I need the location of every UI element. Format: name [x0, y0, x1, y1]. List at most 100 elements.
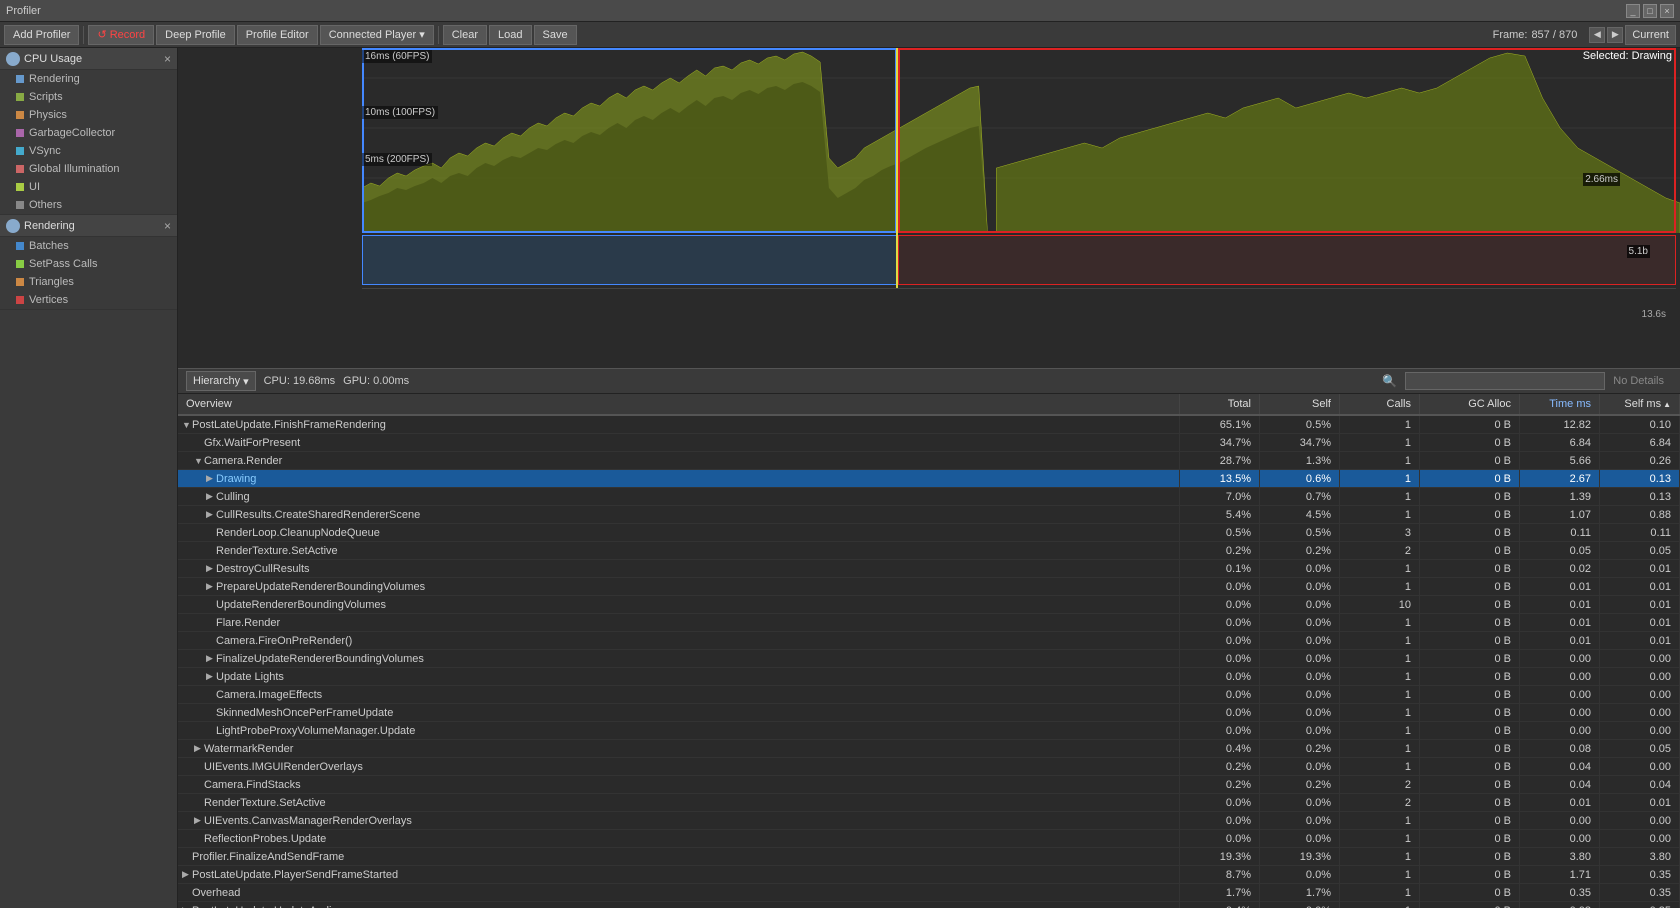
expand-arrow[interactable]: ▶ [194, 815, 204, 826]
col-overview[interactable]: Overview [178, 394, 1180, 414]
cell-name: Camera.FindStacks [178, 776, 1180, 793]
rendering-label: Rendering [29, 73, 80, 85]
table-row[interactable]: ▶ WatermarkRender 0.4% 0.2% 1 0 B 0.08 0… [178, 740, 1680, 758]
table-row[interactable]: Camera.ImageEffects 0.0% 0.0% 1 0 B 0.00… [178, 686, 1680, 704]
maximize-btn[interactable]: □ [1643, 4, 1657, 18]
table-row[interactable]: RenderTexture.SetActive 0.2% 0.2% 2 0 B … [178, 542, 1680, 560]
table-row[interactable]: ▶ CullResults.CreateSharedRendererScene … [178, 506, 1680, 524]
record-btn[interactable]: ↺ Record [88, 25, 154, 45]
batches-color [16, 242, 24, 250]
sidebar-item-gc[interactable]: GarbageCollector [0, 124, 177, 142]
table-row[interactable]: ▶ PostLateUpdate.PlayerSendFrameStarted … [178, 866, 1680, 884]
minimize-btn[interactable]: _ [1626, 4, 1640, 18]
load-btn[interactable]: Load [489, 25, 531, 45]
expand-arrow[interactable]: ▶ [206, 671, 216, 682]
table-row[interactable]: ▶ UIEvents.CanvasManagerRenderOverlays 0… [178, 812, 1680, 830]
table-row[interactable]: LightProbeProxyVolumeManager.Update 0.0%… [178, 722, 1680, 740]
table-row[interactable]: ▶ Drawing 13.5% 0.6% 1 0 B 2.67 0.13 [178, 470, 1680, 488]
sidebar-item-batches[interactable]: Batches [0, 237, 177, 255]
table-row[interactable]: Flare.Render 0.0% 0.0% 1 0 B 0.01 0.01 [178, 614, 1680, 632]
table-row[interactable]: UpdateRendererBoundingVolumes 0.0% 0.0% … [178, 596, 1680, 614]
sidebar-item-vertices[interactable]: Vertices [0, 291, 177, 309]
frame-next-btn[interactable]: ▶ [1607, 27, 1623, 43]
sidebar-item-triangles[interactable]: Triangles [0, 273, 177, 291]
cell-self: 1.7% [1260, 884, 1340, 901]
table-row[interactable]: Camera.FireOnPreRender() 0.0% 0.0% 1 0 B… [178, 632, 1680, 650]
row-label: Overhead [192, 887, 240, 899]
sidebar-item-vsync[interactable]: VSync [0, 142, 177, 160]
cell-timems: 2.67 [1520, 470, 1600, 487]
search-input[interactable] [1405, 372, 1605, 390]
expand-arrow[interactable]: ▶ [194, 743, 204, 754]
toolbar: Add Profiler ↺ Record Deep Profile Profi… [0, 22, 1680, 48]
timeline-bar[interactable] [362, 288, 1676, 308]
cell-timems: 0.04 [1520, 758, 1600, 775]
chart-container[interactable]: Selected: Drawing 16ms (60FPS) 10ms (100… [178, 48, 1680, 368]
sidebar-item-gi[interactable]: Global Illumination [0, 160, 177, 178]
add-profiler-btn[interactable]: Add Profiler [4, 25, 79, 45]
table-row[interactable]: ▶ DestroyCullResults 0.1% 0.0% 1 0 B 0.0… [178, 560, 1680, 578]
sidebar-item-setpass[interactable]: SetPass Calls [0, 255, 177, 273]
table-row[interactable]: ReflectionProbes.Update 0.0% 0.0% 1 0 B … [178, 830, 1680, 848]
table-row[interactable]: ▶ Culling 7.0% 0.7% 1 0 B 1.39 0.13 [178, 488, 1680, 506]
expand-arrow[interactable]: ▶ [182, 869, 192, 880]
col-timems[interactable]: Time ms [1520, 394, 1600, 414]
rendering-close-btn[interactable]: × [164, 219, 171, 233]
cpu-close-btn[interactable]: × [164, 52, 171, 66]
rendering-section-header[interactable]: Rendering × [0, 215, 177, 237]
sidebar-item-scripts[interactable]: Scripts [0, 88, 177, 106]
cell-total: 0.0% [1180, 632, 1260, 649]
profile-editor-btn[interactable]: Profile Editor [237, 25, 318, 45]
row-label: UIEvents.CanvasManagerRenderOverlays [204, 815, 412, 827]
current-btn[interactable]: Current [1625, 25, 1676, 45]
table-row[interactable]: Gfx.WaitForPresent 34.7% 34.7% 1 0 B 6.8… [178, 434, 1680, 452]
table-row[interactable]: ▼ Camera.Render 28.7% 1.3% 1 0 B 5.66 0.… [178, 452, 1680, 470]
cell-timems: 0.05 [1520, 542, 1600, 559]
expand-arrow[interactable]: ▼ [182, 420, 192, 430]
expand-arrow[interactable]: ▶ [206, 509, 216, 520]
connected-player-btn[interactable]: Connected Player ▾ [320, 25, 434, 45]
cell-name: Flare.Render [178, 614, 1180, 631]
cell-name: ▼ Camera.Render [178, 452, 1180, 469]
deep-profile-btn[interactable]: Deep Profile [156, 25, 235, 45]
table-row[interactable]: Camera.FindStacks 0.2% 0.2% 2 0 B 0.04 0… [178, 776, 1680, 794]
hierarchy-dropdown[interactable]: Hierarchy ▾ [186, 371, 256, 391]
table-row[interactable]: ▼ PostLateUpdate.FinishFrameRendering 65… [178, 416, 1680, 434]
table-container[interactable]: Overview Total Self Calls GC Alloc Time … [178, 394, 1680, 908]
expand-arrow[interactable]: ▼ [194, 456, 204, 466]
table-row[interactable]: ▶ PrepareUpdateRendererBoundingVolumes 0… [178, 578, 1680, 596]
sidebar-item-physics[interactable]: Physics [0, 106, 177, 124]
expand-arrow[interactable]: ▶ [206, 563, 216, 574]
col-self[interactable]: Self [1260, 394, 1340, 414]
search-icon: 🔍 [1382, 374, 1397, 388]
clear-btn[interactable]: Clear [443, 25, 487, 45]
gi-label: Global Illumination [29, 163, 120, 175]
cpu-header[interactable]: CPU Usage × [0, 48, 177, 70]
table-row[interactable]: Overhead 1.7% 1.7% 1 0 B 0.35 0.35 [178, 884, 1680, 902]
table-row[interactable]: ▶ Update Lights 0.0% 0.0% 1 0 B 0.00 0.0… [178, 668, 1680, 686]
table-row[interactable]: RenderTexture.SetActive 0.0% 0.0% 2 0 B … [178, 794, 1680, 812]
table-row[interactable]: ▶ PostLateUpdate.UpdateAudio 0.4% 0.0% 1… [178, 902, 1680, 908]
expand-arrow[interactable]: ▶ [206, 653, 216, 664]
cell-name: Overhead [178, 884, 1180, 901]
table-row[interactable]: ▶ FinalizeUpdateRendererBoundingVolumes … [178, 650, 1680, 668]
col-calls[interactable]: Calls [1340, 394, 1420, 414]
col-total[interactable]: Total [1180, 394, 1260, 414]
expand-arrow[interactable]: ▶ [206, 581, 216, 592]
table-row[interactable]: UIEvents.IMGUIRenderOverlays 0.2% 0.0% 1… [178, 758, 1680, 776]
save-btn[interactable]: Save [534, 25, 577, 45]
expand-arrow[interactable]: ▶ [206, 491, 216, 502]
frame-prev-btn[interactable]: ◀ [1589, 27, 1605, 43]
cell-timems: 0.01 [1520, 794, 1600, 811]
table-row[interactable]: Profiler.FinalizeAndSendFrame 19.3% 19.3… [178, 848, 1680, 866]
table-row[interactable]: RenderLoop.CleanupNodeQueue 0.5% 0.5% 3 … [178, 524, 1680, 542]
sidebar-item-ui[interactable]: UI [0, 178, 177, 196]
table-row[interactable]: SkinnedMeshOncePerFrameUpdate 0.0% 0.0% … [178, 704, 1680, 722]
col-gcalloc[interactable]: GC Alloc [1420, 394, 1520, 414]
col-selfms[interactable]: Self ms ▲ [1600, 394, 1680, 414]
sidebar-item-others[interactable]: Others [0, 196, 177, 214]
sidebar-item-rendering[interactable]: Rendering [0, 70, 177, 88]
cell-calls: 1 [1340, 578, 1420, 595]
close-btn[interactable]: × [1660, 4, 1674, 18]
expand-arrow[interactable]: ▶ [206, 473, 216, 484]
